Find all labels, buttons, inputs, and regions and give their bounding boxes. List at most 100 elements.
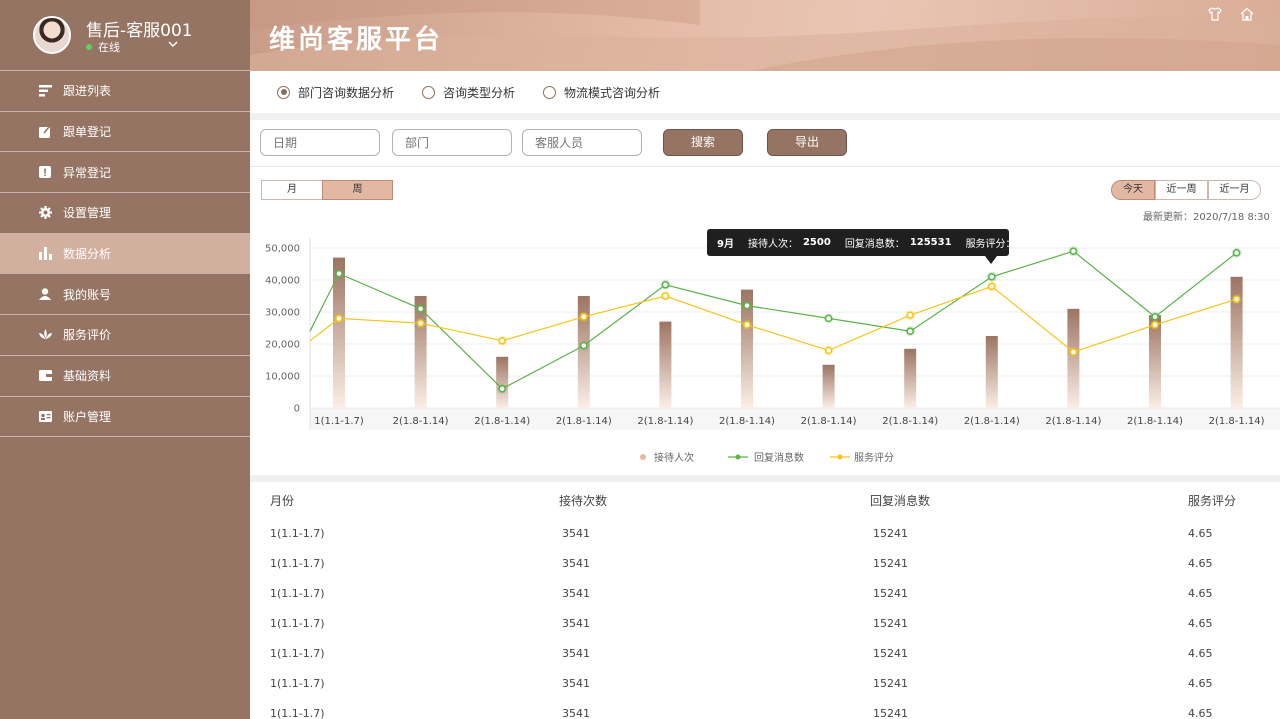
x-tick-label: 2(1.8-1.14) bbox=[637, 416, 693, 427]
x-tick-label: 2(1.8-1.14) bbox=[1209, 416, 1265, 427]
point-replies bbox=[498, 385, 506, 393]
point-replies bbox=[580, 341, 588, 350]
sidebar-item-list[interactable]: 跟进列表 bbox=[0, 71, 250, 112]
table-row[interactable]: 1(1.1-1.7) 3541 15241 4.65 bbox=[250, 699, 1280, 719]
point-score bbox=[824, 346, 833, 355]
bar-visits bbox=[822, 364, 835, 408]
sidebar-item-alert[interactable]: 异常登记 bbox=[0, 152, 250, 194]
edit-icon bbox=[38, 125, 52, 139]
user-profile[interactable]: 售后-客服001 在线 bbox=[0, 0, 250, 71]
sidebar-item-user[interactable]: 我的账号 bbox=[0, 274, 250, 316]
table-divider bbox=[250, 475, 1280, 482]
sidebar-item-label: 异常登记 bbox=[63, 165, 112, 180]
table-header-cell: 服务评分 bbox=[1188, 494, 1237, 508]
x-tick-label: 2(1.8-1.14) bbox=[393, 416, 449, 427]
sidebar-item-label: 我的账号 bbox=[63, 287, 112, 302]
sidebar-item-label: 数据分析 bbox=[63, 247, 112, 262]
search-button[interactable]: 搜索 bbox=[663, 129, 743, 156]
series-line-replies bbox=[309, 250, 1237, 390]
sidebar-item-wallet[interactable]: 基础资料 bbox=[0, 356, 250, 397]
point-replies bbox=[743, 301, 751, 310]
tab-analysis-0[interactable]: 部门咨询数据分析 bbox=[277, 84, 394, 101]
sidebar-item-label: 服务评价 bbox=[63, 328, 112, 343]
sidebar-item-lotus[interactable]: 服务评价 bbox=[0, 315, 250, 356]
table-cell: 4.65 bbox=[1188, 647, 1213, 660]
period-month-toggle[interactable]: 月 bbox=[261, 180, 323, 200]
data-table: 月份 接待次数 回复消息数 服务评分 1(1.1-1.7) 3541 15241 4.65 1(… bbox=[250, 483, 1280, 719]
legend-item-visits[interactable]: 接待人次 bbox=[638, 449, 694, 464]
bar-visits bbox=[904, 348, 917, 408]
date-input[interactable] bbox=[260, 129, 380, 156]
radio-icon[interactable] bbox=[422, 85, 436, 99]
tooltip-score-label: 服务评分： bbox=[965, 239, 1016, 250]
chevron-down-icon[interactable] bbox=[168, 38, 178, 51]
x-tick-label: 2(1.8-1.14) bbox=[556, 416, 612, 427]
sidebar-item-gear[interactable]: 设置管理 bbox=[0, 193, 250, 234]
tooltip-arrow bbox=[985, 256, 997, 264]
tooltip-visits-label: 接待人次： bbox=[747, 239, 798, 250]
table-row[interactable]: 1(1.1-1.7) 3541 15241 4.65 bbox=[250, 519, 1280, 549]
tooltip-score-value: 4.86 bbox=[1020, 237, 1046, 248]
tab-analysis-2[interactable]: 物流模式咨询分析 bbox=[543, 84, 660, 101]
sidebar-item-id-card[interactable]: 账户管理 bbox=[0, 397, 250, 438]
chart-tooltip: 9月 接待人次： 2500 回复消息数： 125531 服务评分： 4.86 bbox=[707, 229, 1045, 256]
table-header-row: 月份 接待次数 回复消息数 服务评分 bbox=[250, 483, 1280, 519]
y-tick-label: 30,000 bbox=[265, 308, 300, 319]
point-score bbox=[1151, 321, 1159, 329]
point-replies bbox=[1151, 313, 1159, 321]
export-button[interactable]: 导出 bbox=[767, 129, 847, 156]
table-cell: 15241 bbox=[873, 617, 908, 630]
avatar bbox=[33, 16, 71, 54]
table-row[interactable]: 1(1.1-1.7) 3541 15241 4.65 bbox=[250, 549, 1280, 579]
shirt-icon[interactable] bbox=[1207, 7, 1223, 23]
department-input[interactable] bbox=[392, 129, 512, 156]
table-cell: 3541 bbox=[562, 587, 590, 600]
bar-visits bbox=[333, 257, 345, 408]
x-tick-label: 2(1.8-1.14) bbox=[719, 416, 775, 427]
point-replies bbox=[1232, 249, 1241, 257]
table-row[interactable]: 1(1.1-1.7) 3541 15241 4.65 bbox=[250, 669, 1280, 699]
table-row[interactable]: 1(1.1-1.7) 3541 15241 4.65 bbox=[250, 579, 1280, 609]
last-update-text: 最新更新：2020/7/18 8:30 bbox=[1143, 212, 1270, 223]
table-cell: 1(1.1-1.7) bbox=[270, 677, 325, 690]
radio-icon[interactable] bbox=[543, 85, 557, 99]
table-row[interactable]: 1(1.1-1.7) 3541 15241 4.65 bbox=[250, 609, 1280, 639]
staff-input[interactable] bbox=[522, 129, 642, 156]
table-row[interactable]: 1(1.1-1.7) 3541 15241 4.65 bbox=[250, 639, 1280, 669]
sidebar-nav: 跟进列表跟单登记异常登记设置管理数据分析我的账号服务评价基础资料账户管理 bbox=[0, 71, 250, 438]
table-cell: 3541 bbox=[562, 617, 590, 630]
table-cell: 4.65 bbox=[1188, 527, 1213, 540]
table-cell: 1(1.1-1.7) bbox=[270, 557, 325, 570]
radio-icon[interactable] bbox=[277, 85, 290, 99]
bar-visits bbox=[985, 336, 998, 408]
x-tick-label: 1(1.1-1.7) bbox=[314, 416, 364, 427]
user-icon bbox=[38, 287, 52, 301]
status-dot-icon bbox=[86, 44, 92, 50]
sidebar-item-label: 账户管理 bbox=[63, 409, 112, 424]
legend-label-visits: 接待人次 bbox=[654, 453, 694, 464]
range-month-toggle[interactable]: 近一月 bbox=[1208, 180, 1261, 200]
legend-item-replies[interactable]: 回复消息数 bbox=[728, 449, 804, 464]
table-cell: 4.65 bbox=[1188, 677, 1213, 690]
table-header-cell: 接待次数 bbox=[559, 494, 608, 508]
point-score bbox=[1069, 348, 1078, 356]
tab-label: 咨询类型分析 bbox=[443, 85, 516, 100]
sidebar-item-label: 基础资料 bbox=[63, 369, 112, 384]
sidebar-item-label: 跟单登记 bbox=[63, 125, 112, 140]
range-week-toggle[interactable]: 近一周 bbox=[1155, 180, 1208, 200]
wallet-icon bbox=[38, 369, 52, 383]
bar-visits bbox=[1067, 308, 1080, 408]
x-tick-label: 2(1.8-1.14) bbox=[801, 416, 857, 427]
table-cell: 3541 bbox=[562, 677, 590, 690]
home-icon[interactable] bbox=[1239, 7, 1255, 23]
point-replies bbox=[661, 281, 670, 289]
range-today-toggle[interactable]: 今天 bbox=[1111, 180, 1155, 200]
point-replies bbox=[988, 273, 996, 281]
period-week-toggle[interactable]: 周 bbox=[322, 180, 393, 200]
table-cell: 15241 bbox=[873, 677, 908, 690]
legend-item-score[interactable]: 服务评分 bbox=[830, 449, 894, 464]
sidebar-item-bar-chart[interactable]: 数据分析 bbox=[0, 233, 250, 275]
tab-analysis-1[interactable]: 咨询类型分析 bbox=[422, 84, 515, 101]
list-icon bbox=[38, 84, 52, 98]
sidebar-item-edit[interactable]: 跟单登记 bbox=[0, 112, 250, 153]
